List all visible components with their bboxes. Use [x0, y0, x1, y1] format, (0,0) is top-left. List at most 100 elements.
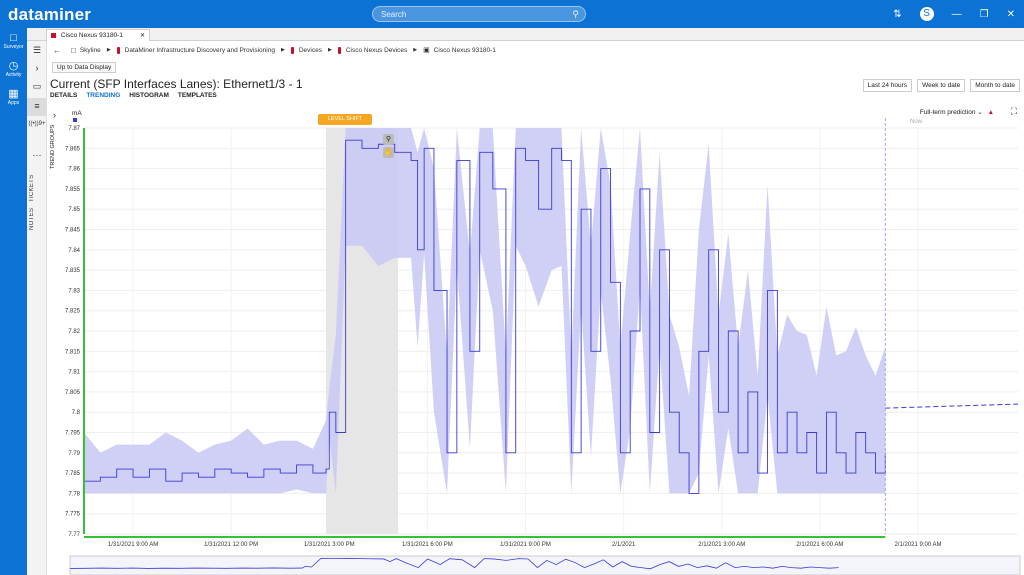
tab-label: Cisco Nexus 93180-1: [60, 32, 123, 39]
alarm-badge[interactable]: ((•))9+: [27, 121, 47, 127]
chevron-right-icon: ▶: [413, 47, 418, 53]
y-tick-label: 7.81: [68, 370, 80, 376]
menu-icon[interactable]: ☰: [27, 45, 47, 56]
y-tick-label: 7.845: [65, 228, 81, 234]
range-buttons: Last 24 hours Week to date Month to date: [858, 79, 1020, 92]
unit-label: mA: [72, 110, 82, 117]
y-tick-label: 7.795: [65, 431, 81, 437]
nav-apps[interactable]: ▦ Apps: [0, 88, 27, 106]
chevron-right-icon: ▶: [106, 47, 111, 53]
breadcrumb-label: Cisco Nexus 93180-1: [433, 46, 496, 54]
y-tick-label: 7.815: [65, 349, 81, 355]
chevron-right-icon: ▶: [327, 47, 332, 53]
x-tick-label: 1/31/2021 9:00 AM: [108, 542, 158, 548]
left-navigation: □ Surveyor ◷ Activity ▦ Apps: [0, 28, 27, 575]
y-tick-label: 7.79: [68, 451, 80, 457]
view-marker-icon: [116, 46, 120, 54]
tickets-tab[interactable]: TICKETS: [29, 171, 45, 205]
pan-icon[interactable]: ✋: [383, 147, 394, 158]
breadcrumb-item[interactable]: DataMiner Infrastructure Discovery and P…: [116, 46, 285, 54]
more-icon[interactable]: ⋯: [27, 150, 47, 161]
breadcrumb-item[interactable]: Devices ▶: [290, 46, 332, 54]
x-tick-label: 2/1/2021: [612, 542, 636, 548]
x-tick-label: 1/31/2021 9:00 PM: [500, 542, 551, 548]
secondary-sidebar: ☰ › ▭ ≡ ((•))9+ ⋯ TICKETS NOTES: [27, 41, 47, 575]
trend-chart[interactable]: 7.87 7.865 7.86 7.855 7.85 7.845 7.84 7.835 7.83…: [48, 104, 1024, 575]
surveyor-icon: □: [10, 32, 17, 44]
nav-activity[interactable]: ◷ Activity: [0, 60, 27, 78]
month-to-date-button[interactable]: Month to date: [970, 79, 1020, 92]
breadcrumb: ← □ Skyline ▶ DataMiner Infrastructure Di…: [47, 41, 1024, 59]
up-to-data-display-button[interactable]: Up to Data Display: [52, 62, 117, 73]
element-icon: [51, 32, 56, 38]
view-tabs: DETAILS TRENDING HISTOGRAM TEMPLATES: [50, 92, 226, 99]
top-bar: dataminer Search ⚲ ⇅ S — ❐ ✕: [0, 0, 1024, 28]
page-title: Current (SFP Interfaces Lanes): Ethernet…: [50, 77, 303, 91]
x-tick-label: 2/1/2021 3:00 AM: [698, 542, 745, 548]
level-shift-badge[interactable]: LEVEL SHIFT: [318, 114, 372, 125]
y-tick-label: 7.835: [65, 268, 81, 274]
broadcast-icon: ((•)): [28, 121, 39, 127]
app-logo: dataminer: [8, 5, 92, 24]
y-tick-label: 7.825: [65, 309, 81, 315]
nav-surveyor[interactable]: □ Surveyor: [0, 32, 27, 50]
x-tick-label: 2/1/2021 6:00 AM: [796, 542, 843, 548]
close-icon[interactable]: ✕: [1007, 9, 1015, 20]
overview-navigator: [69, 555, 1021, 575]
tab-close-icon[interactable]: ✕: [140, 32, 145, 39]
sliders-icon[interactable]: ≡: [27, 98, 47, 116]
breadcrumb-item[interactable]: Cisco Nexus Devices ▶: [337, 46, 418, 54]
y-tick-label: 7.8: [72, 410, 81, 416]
y-tick-label: 7.78: [68, 491, 80, 497]
legend-marker: [73, 118, 77, 122]
breadcrumb-label: Cisco Nexus Devices: [345, 46, 408, 54]
settings-icon[interactable]: ⇅: [893, 9, 901, 20]
tab-templates[interactable]: TEMPLATES: [178, 92, 217, 99]
search-input[interactable]: Search ⚲: [372, 6, 586, 22]
week-to-date-button[interactable]: Week to date: [917, 79, 966, 92]
y-tick-label: 7.82: [68, 329, 80, 335]
back-arrow-icon[interactable]: ←: [53, 46, 61, 55]
y-tick-label: 7.855: [65, 187, 81, 193]
comment-icon[interactable]: ▭: [27, 81, 47, 92]
zoom-icon[interactable]: ⚲: [383, 134, 394, 145]
alarm-count: 9+: [38, 121, 46, 127]
prediction-line: [885, 403, 1019, 409]
x-tick-label: 1/31/2021 6:00 PM: [402, 542, 453, 548]
restore-icon[interactable]: ❐: [980, 9, 989, 20]
trend-groups-toggle[interactable]: ›: [53, 110, 56, 120]
y-tick-label: 7.805: [65, 390, 81, 396]
tab-histogram[interactable]: HISTOGRAM: [129, 92, 169, 99]
tab-bar: Cisco Nexus 93180-1 ✕: [27, 28, 1024, 41]
avatar[interactable]: S: [919, 7, 934, 21]
y-tick-label: 7.775: [65, 512, 81, 518]
nav-activity-label: Activity: [5, 72, 22, 78]
view-marker-icon: [290, 46, 294, 54]
activity-icon: ◷: [8, 60, 19, 72]
x-tick-label: 2/1/2021 9:00 AM: [894, 542, 941, 548]
search-icon[interactable]: ⚲: [572, 9, 579, 20]
y-tick-label: 7.785: [65, 471, 81, 477]
y-tick-label: 7.85: [68, 207, 80, 213]
breadcrumb-item[interactable]: Skyline ▶: [80, 47, 111, 54]
y-tick-label: 7.84: [68, 248, 80, 254]
notes-tab[interactable]: NOTES: [29, 205, 45, 233]
folder-icon: □: [71, 45, 76, 55]
minimize-icon[interactable]: —: [952, 9, 962, 20]
breadcrumb-label: DataMiner Infrastructure Discovery and P…: [124, 46, 275, 54]
search-placeholder: Search: [381, 10, 407, 19]
tab-details[interactable]: DETAILS: [50, 92, 77, 99]
nav-apps-label: Apps: [7, 100, 20, 106]
breadcrumb-item[interactable]: ▣ Cisco Nexus 93180-1: [423, 46, 496, 55]
x-tick-label: 1/31/2021 3:00 PM: [304, 542, 355, 548]
collapse-chevron-icon[interactable]: ›: [27, 63, 47, 73]
last-24-hours-button[interactable]: Last 24 hours: [862, 79, 913, 92]
tab-trending[interactable]: TRENDING: [86, 92, 120, 99]
y-tick-label: 7.87: [68, 126, 80, 132]
y-tick-label: 7.86: [68, 167, 80, 173]
y-tick-label: 7.77: [68, 532, 80, 538]
trend-groups-label[interactable]: TREND GROUPS: [50, 122, 56, 172]
tab-cisco-nexus[interactable]: Cisco Nexus 93180-1 ✕: [46, 29, 150, 41]
y-tick-label: 7.83: [68, 288, 80, 294]
nav-surveyor-label: Surveyor: [3, 44, 24, 50]
